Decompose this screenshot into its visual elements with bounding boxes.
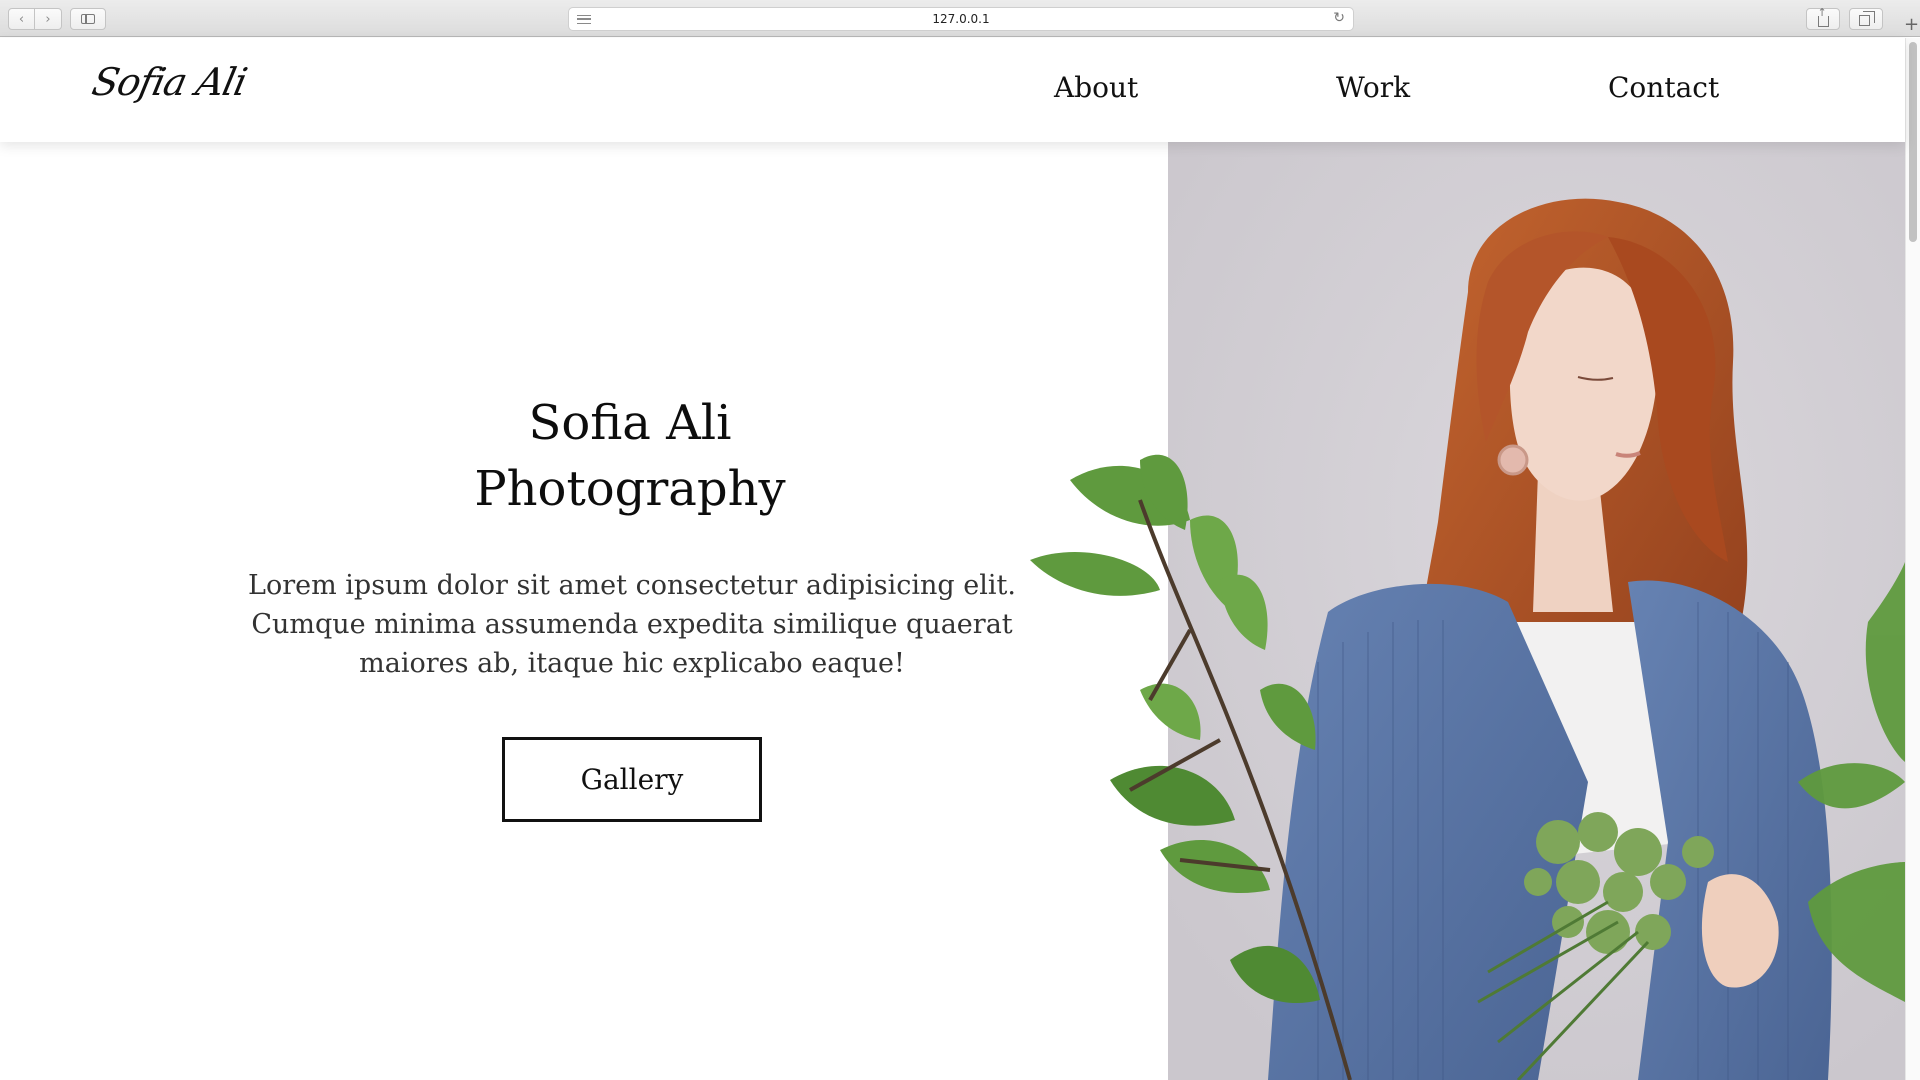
history-buttons: ‹ › <box>8 8 62 30</box>
share-icon <box>1817 7 1829 27</box>
hero-description: Lorem ipsum dolor sit amet consectetur a… <box>248 570 1016 679</box>
sidebar-icon <box>81 14 95 24</box>
scrollbar-thumb[interactable] <box>1909 42 1917 242</box>
nav-link-work[interactable]: Work <box>1336 71 1410 104</box>
url-text: 127.0.0.1 <box>932 12 990 26</box>
nav-link-about[interactable]: About <box>1054 71 1138 104</box>
hero-photo <box>1168 142 1905 1080</box>
tabs-icon <box>1859 11 1875 26</box>
reload-icon[interactable]: ↻ <box>1333 10 1345 26</box>
hero-title-line-1: Sofia Ali <box>528 395 732 451</box>
page-scrollbar[interactable] <box>1905 38 1920 1080</box>
browser-toolbar: ‹ › 127.0.0.1 ↻ + <box>0 0 1920 37</box>
forward-button[interactable]: › <box>35 8 62 30</box>
hero-title: Sofia Ali Photography <box>300 390 960 522</box>
sidebar-toggle-button[interactable] <box>70 8 106 30</box>
nav-link-contact[interactable]: Contact <box>1608 71 1719 104</box>
portrait-photo <box>1168 142 1905 1080</box>
show-tabs-button[interactable] <box>1849 8 1883 30</box>
site-logo[interactable]: Sofia Ali <box>88 60 250 104</box>
gallery-button[interactable]: Gallery <box>502 737 762 822</box>
address-bar[interactable]: 127.0.0.1 ↻ <box>568 7 1354 31</box>
hero-section: Sofia Ali Photography Lorem ipsum dolor … <box>0 142 1168 1080</box>
chevron-left-icon: ‹ <box>18 11 25 27</box>
hero-title-line-2: Photography <box>474 461 786 517</box>
chevron-right-icon: › <box>45 11 51 27</box>
reader-icon[interactable] <box>577 15 591 24</box>
plus-icon: + <box>1903 13 1920 35</box>
new-tab-button[interactable]: + <box>1903 10 1920 38</box>
share-button[interactable] <box>1806 7 1840 30</box>
back-button[interactable]: ‹ <box>8 8 35 30</box>
site-header: Sofia Ali About Work Contact <box>0 38 1905 142</box>
